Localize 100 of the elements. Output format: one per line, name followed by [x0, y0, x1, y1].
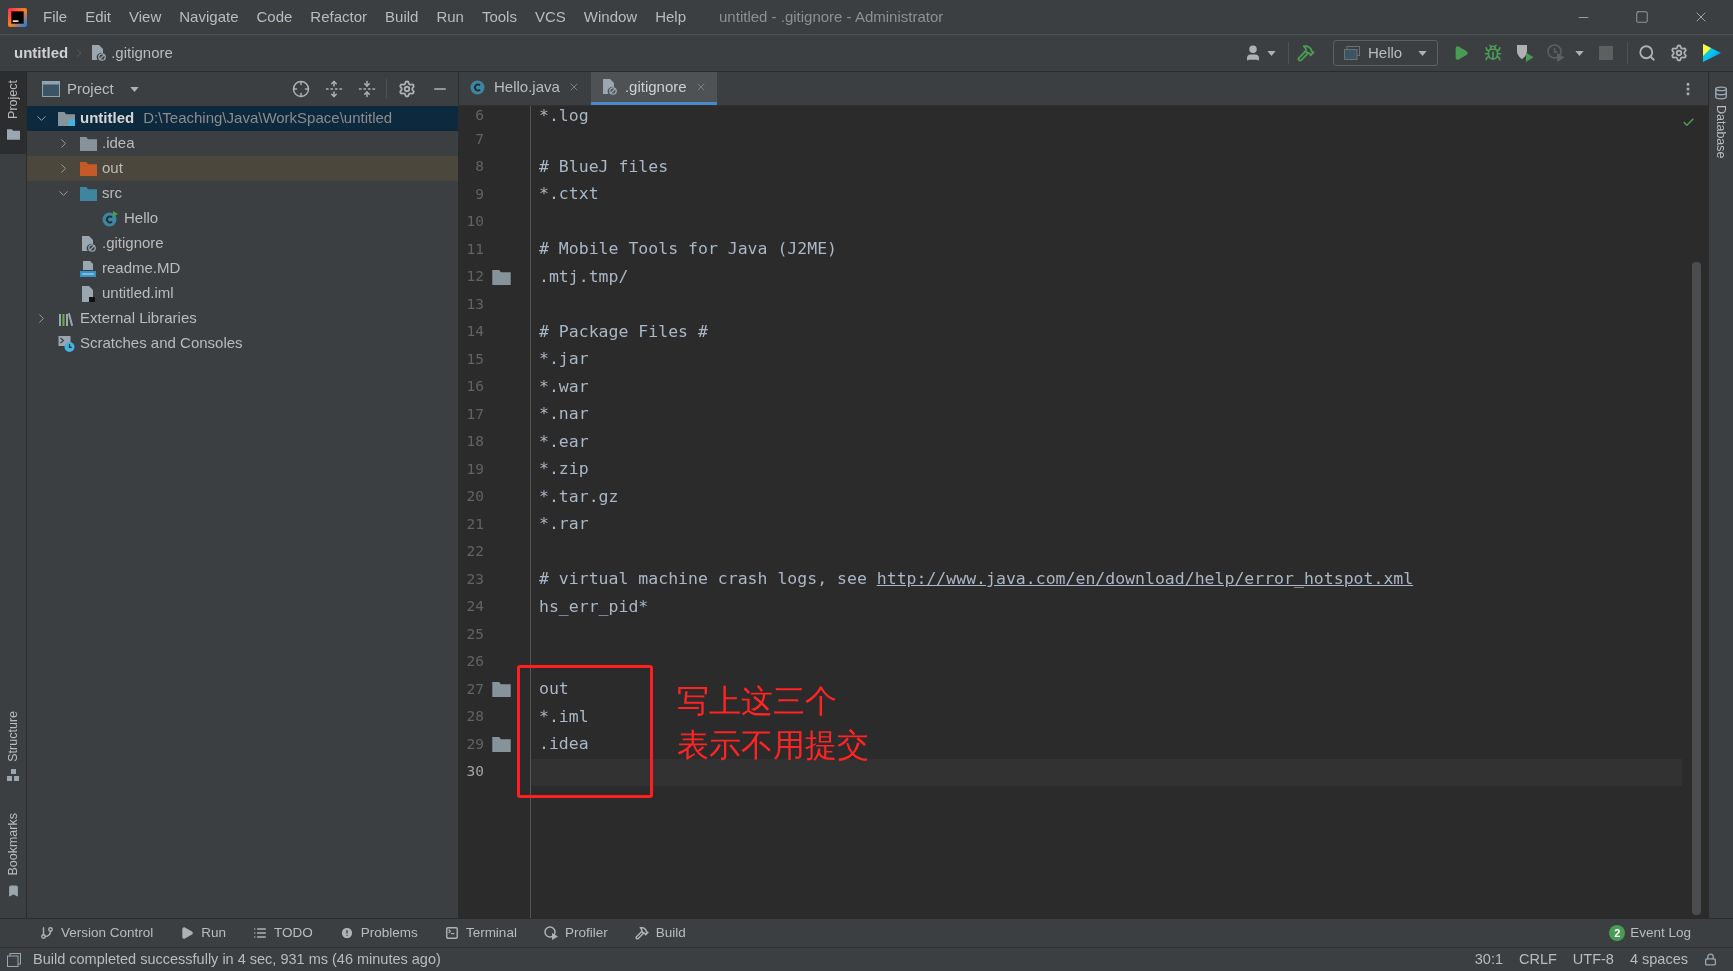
- menu-item[interactable]: File: [34, 5, 77, 29]
- search-icon[interactable]: [1638, 44, 1656, 62]
- lock-icon[interactable]: [1704, 953, 1717, 966]
- hammer-icon[interactable]: [1297, 44, 1315, 62]
- run-icon[interactable]: [1453, 45, 1469, 61]
- logo-icon[interactable]: [1702, 43, 1722, 63]
- code-text: *.log: [539, 104, 589, 127]
- menu-item[interactable]: VCS: [525, 5, 575, 29]
- tool-window-button[interactable]: Build: [634, 922, 686, 944]
- tool-window-button[interactable]: Run: [180, 922, 227, 944]
- tool-window-tab[interactable]: Structure: [0, 702, 26, 790]
- menu-item[interactable]: Code: [247, 5, 302, 29]
- folder-icon: [79, 136, 97, 151]
- tool-window-button[interactable]: Version Control: [40, 922, 154, 944]
- file-forbidden-icon: [90, 45, 107, 61]
- tree-item[interactable]: readme.MD: [27, 256, 458, 281]
- caret-icon[interactable]: [129, 86, 139, 92]
- settings-icon[interactable]: [398, 80, 416, 98]
- breadcrumb[interactable]: untitled: [14, 41, 69, 65]
- file-forbidden-icon: [80, 235, 96, 252]
- document-icon: [80, 285, 96, 302]
- tool-window-button[interactable]: Profiler: [543, 922, 608, 944]
- clock-play-icon: [543, 926, 558, 940]
- tool-window-button[interactable]: Terminal: [444, 922, 517, 944]
- code-text: # BlueJ files: [539, 155, 669, 178]
- tool-window-tab[interactable]: Project: [0, 72, 26, 154]
- menu-item[interactable]: View: [120, 5, 171, 29]
- code-text: .mtj.tmp/: [539, 265, 629, 288]
- line-number: 20: [465, 487, 484, 507]
- menu-item[interactable]: Build: [376, 5, 428, 29]
- menu-item[interactable]: Window: [574, 5, 647, 29]
- tree-item[interactable]: External Libraries: [27, 306, 458, 331]
- bookmark-icon: [6, 884, 20, 898]
- code-text: *.war: [539, 375, 589, 398]
- tree-item[interactable]: untitled D:\Teaching\Java\WorkSpace\untitled: [27, 106, 458, 131]
- class-play-icon: [102, 210, 118, 227]
- code-text: *.ear: [539, 430, 589, 453]
- caret-icon[interactable]: [1418, 50, 1427, 56]
- line-number: 29: [465, 734, 484, 754]
- line-number: 28: [465, 707, 484, 727]
- panel-title[interactable]: Project: [67, 77, 114, 101]
- menu-item[interactable]: Run: [427, 5, 473, 29]
- code-text: # Mobile Tools for Java (J2ME): [539, 238, 837, 261]
- tree-item[interactable]: untitled.iml: [27, 281, 458, 306]
- line-number: 8: [474, 157, 484, 177]
- run-configuration-dropdown[interactable]: Hello: [1333, 40, 1438, 66]
- crosshair-icon[interactable]: [292, 80, 310, 98]
- bug-icon[interactable]: [1484, 44, 1502, 62]
- status-widget[interactable]: CRLF: [1519, 948, 1557, 971]
- menu-item[interactable]: Help: [646, 5, 696, 29]
- menu-item[interactable]: Navigate: [170, 5, 248, 29]
- expand-all-icon[interactable]: [325, 80, 343, 98]
- line-number: 7: [474, 129, 484, 149]
- tool-window-tab[interactable]: Bookmarks: [0, 805, 26, 906]
- collapse-all-icon[interactable]: [358, 80, 376, 98]
- branch-icon: [40, 926, 54, 940]
- line-number: 19: [465, 459, 484, 479]
- code-link[interactable]: http://www.java.com/en/download/help/error_hotspot.xml: [876, 567, 1414, 593]
- square-icon[interactable]: [7, 952, 21, 967]
- tool-window-tab[interactable]: Database: [1709, 78, 1733, 167]
- status-widget[interactable]: 30:1: [1474, 948, 1503, 971]
- folder-icon: [79, 161, 97, 176]
- annotation-text: 写上这三个: [677, 681, 838, 722]
- line-number: 13: [465, 294, 484, 314]
- menu-item[interactable]: Refactor: [301, 5, 377, 29]
- event-log-button[interactable]: 2 Event Log: [1609, 922, 1691, 944]
- alert-icon: [339, 926, 354, 940]
- tool-window-button[interactable]: Problems: [339, 922, 418, 944]
- line-number: 23: [465, 569, 484, 589]
- status-widget[interactable]: 4 spaces: [1629, 948, 1688, 971]
- breadcrumb[interactable]: .gitignore: [111, 41, 173, 65]
- play-icon: [180, 926, 195, 940]
- shield-play-icon[interactable]: [1516, 44, 1534, 62]
- caret-icon[interactable]: [1267, 50, 1276, 56]
- tree-item[interactable]: Hello: [27, 206, 458, 231]
- editor-tab[interactable]: .gitignore: [590, 72, 717, 105]
- status-widget[interactable]: UTF-8: [1572, 948, 1614, 971]
- folder-icon: [79, 186, 97, 201]
- editor-tab[interactable]: Hello.java: [459, 72, 591, 105]
- maximize-icon[interactable]: [1635, 10, 1649, 24]
- tree-item[interactable]: out: [27, 156, 458, 181]
- tree-item[interactable]: src: [27, 181, 458, 206]
- terminal-icon: [444, 926, 459, 940]
- line-number: 26: [465, 652, 484, 672]
- menu-item[interactable]: Edit: [76, 5, 121, 29]
- tree-item[interactable]: .gitignore: [27, 231, 458, 256]
- tool-window-button[interactable]: TODO: [253, 922, 313, 944]
- tree-item[interactable]: Scratches and Consoles: [27, 331, 458, 356]
- menu-item[interactable]: Tools: [472, 5, 526, 29]
- library-bars-icon: [57, 310, 75, 327]
- code-text: # Package Files #: [539, 320, 708, 343]
- line-number: 10: [465, 212, 484, 232]
- line-number: 18: [465, 432, 484, 452]
- annotation-text: 表示不用提交: [677, 725, 869, 766]
- caret-icon[interactable]: [1575, 50, 1584, 56]
- tree-item[interactable]: .idea: [27, 131, 458, 156]
- settings-icon[interactable]: [1670, 44, 1688, 62]
- app-logo-icon: [8, 7, 27, 27]
- code-text: hs_err_pid*: [539, 595, 649, 618]
- user-icon[interactable]: [1244, 44, 1262, 62]
